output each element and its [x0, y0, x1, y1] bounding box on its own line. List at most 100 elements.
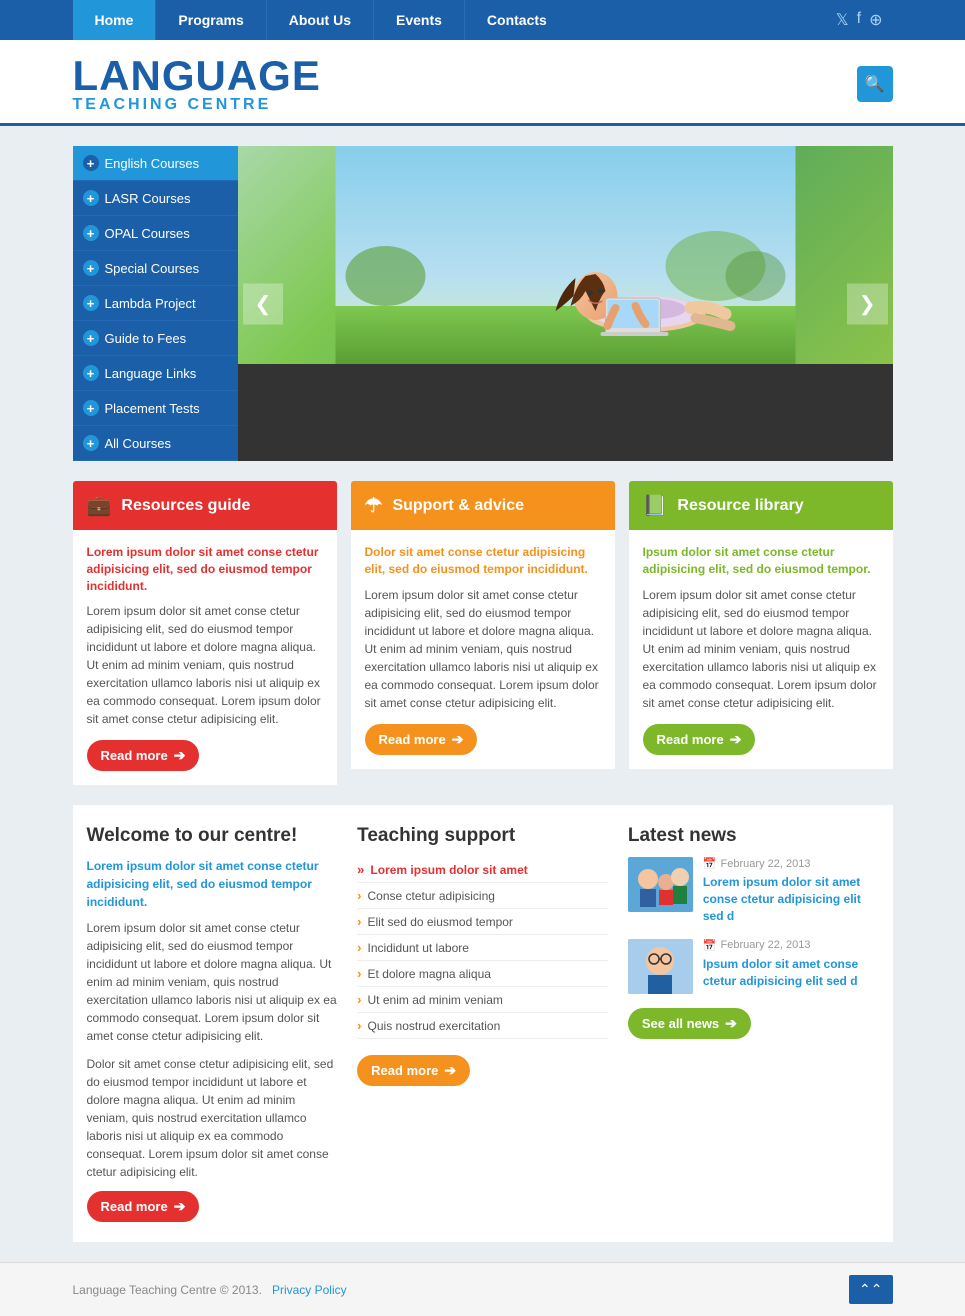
support-advice-body: Lorem ipsum dolor sit amet conse ctetur … [365, 586, 601, 712]
sidebar-item-placement-tests[interactable]: + Placement Tests [73, 391, 238, 426]
arrow-icon: ➔ [725, 1015, 737, 1032]
scroll-top-button[interactable]: ⌃⌃ [849, 1275, 892, 1304]
search-icon: 🔍 [865, 74, 885, 94]
sidebar-item-special-courses[interactable]: + Special Courses [73, 251, 238, 286]
nav-contacts[interactable]: Contacts [465, 0, 569, 40]
calendar-icon: 📅 [703, 857, 717, 870]
hero-slider: ❮ ❯ [238, 146, 893, 461]
teaching-title: Teaching support [357, 825, 608, 847]
welcome-read-more[interactable]: Read more ➔ [87, 1191, 200, 1222]
resources-guide-read-more[interactable]: Read more ➔ [87, 740, 200, 771]
book-icon: 📗 [643, 493, 668, 518]
search-button[interactable]: 🔍 [857, 66, 893, 102]
chevron-icon: › [357, 966, 361, 981]
news-thumbnail [628, 857, 693, 912]
see-all-news-button[interactable]: See all news ➔ [628, 1008, 751, 1039]
sidebar-item-opal-courses[interactable]: + OPAL Courses [73, 216, 238, 251]
briefcase-icon: 💼 [87, 493, 112, 518]
double-chevron-icon: » [357, 862, 364, 877]
chevron-icon: › [357, 888, 361, 903]
sidebar-item-guide-fees[interactable]: + Guide to Fees [73, 321, 238, 356]
chevron-icon: › [357, 1018, 361, 1033]
arrow-icon: ➔ [730, 731, 742, 748]
support-advice-highlight: Dolor sit amet conse ctetur adipisicing … [365, 544, 601, 578]
plus-icon: + [83, 435, 99, 451]
chevron-icon: › [357, 992, 361, 1007]
logo-main: LANGUAGE [73, 55, 321, 97]
resources-guide-body: Lorem ipsum dolor sit amet conse ctetur … [87, 602, 323, 728]
welcome-title: Welcome to our centre! [87, 825, 338, 847]
plus-icon: + [83, 295, 99, 311]
support-advice-title: Support & advice [392, 497, 524, 515]
main-nav: Home Programs About Us Events Contacts [73, 0, 569, 40]
teaching-list: » Lorem ipsum dolor sit amet › Conse cte… [357, 857, 608, 1039]
news-link[interactable]: Ipsum dolor sit amet conse ctetur adipis… [703, 956, 879, 990]
plus-icon: + [83, 155, 99, 171]
nav-programs[interactable]: Programs [156, 0, 265, 40]
list-item[interactable]: › Elit sed do eiusmod tempor [357, 909, 608, 935]
sidebar-item-all-courses[interactable]: + All Courses [73, 426, 238, 461]
sidebar: + English Courses + LASR Courses + OPAL … [73, 146, 238, 461]
news-item: 📅 February 22, 2013 Lorem ipsum dolor si… [628, 857, 879, 924]
footer-copy: Language Teaching Centre © 2013. Privacy… [73, 1283, 347, 1297]
resources-guide-highlight: Lorem ipsum dolor sit amet conse ctetur … [87, 544, 323, 594]
welcome-body2: Dolor sit amet conse ctetur adipisicing … [87, 1055, 338, 1181]
chevron-icon: › [357, 940, 361, 955]
sidebar-item-lambda-project[interactable]: + Lambda Project [73, 286, 238, 321]
resources-guide-title: Resources guide [121, 497, 250, 515]
welcome-highlight: Lorem ipsum dolor sit amet conse ctetur … [87, 857, 338, 911]
plus-icon: + [83, 365, 99, 381]
sidebar-item-lasr-courses[interactable]: + LASR Courses [73, 181, 238, 216]
support-advice-read-more[interactable]: Read more ➔ [365, 724, 478, 755]
news-content: 📅 February 22, 2013 Lorem ipsum dolor si… [703, 857, 879, 924]
resource-library-read-more[interactable]: Read more ➔ [643, 724, 756, 755]
arrow-icon: ➔ [444, 1062, 456, 1079]
umbrella-icon: ☂ [365, 493, 383, 518]
news-thumbnail [628, 939, 693, 994]
facebook-icon[interactable]: f [857, 10, 861, 30]
arrow-icon: ➔ [174, 1198, 186, 1215]
nav-home[interactable]: Home [73, 0, 156, 40]
resource-library-body: Lorem ipsum dolor sit amet conse ctetur … [643, 586, 879, 712]
plus-icon: + [83, 400, 99, 416]
welcome-section: Welcome to our centre! Lorem ipsum dolor… [87, 825, 338, 1222]
plus-icon: + [83, 190, 99, 206]
nav-about[interactable]: About Us [267, 0, 373, 40]
teaching-support-section: Teaching support » Lorem ipsum dolor sit… [357, 825, 608, 1222]
news-link[interactable]: Lorem ipsum dolor sit amet conse ctetur … [703, 874, 879, 924]
sidebar-item-english-courses[interactable]: + English Courses [73, 146, 238, 181]
chevron-up-icon: ⌃⌃ [859, 1281, 882, 1297]
list-item[interactable]: › Incididunt ut labore [357, 935, 608, 961]
plus-icon: + [83, 330, 99, 346]
site-logo: LANGUAGE TEACHING CENTRE [73, 55, 321, 113]
resource-library-title: Resource library [677, 497, 803, 515]
welcome-body1: Lorem ipsum dolor sit amet conse ctetur … [87, 919, 338, 1045]
slider-prev-button[interactable]: ❮ [243, 283, 284, 324]
news-title: Latest news [628, 825, 879, 847]
slider-next-button[interactable]: ❯ [847, 283, 888, 324]
list-item[interactable]: › Conse ctetur adipisicing [357, 883, 608, 909]
arrow-icon: ➔ [174, 747, 186, 764]
list-item[interactable]: » Lorem ipsum dolor sit amet [357, 857, 608, 883]
nav-events[interactable]: Events [374, 0, 464, 40]
news-item: 📅 February 22, 2013 Ipsum dolor sit amet… [628, 939, 879, 994]
teaching-read-more[interactable]: Read more ➔ [357, 1055, 470, 1086]
chevron-icon: › [357, 914, 361, 929]
twitter-icon[interactable]: 𝕏 [836, 10, 849, 30]
rss-icon[interactable]: ⊕ [869, 10, 882, 30]
list-item[interactable]: › Ut enim ad minim veniam [357, 987, 608, 1013]
list-item[interactable]: › Et dolore magna aliqua [357, 961, 608, 987]
resource-library-highlight: Ipsum dolor sit amet conse ctetur adipis… [643, 544, 879, 578]
resources-guide-box: 💼 Resources guide Lorem ipsum dolor sit … [73, 481, 337, 785]
sidebar-item-language-links[interactable]: + Language Links [73, 356, 238, 391]
plus-icon: + [83, 260, 99, 276]
logo-sub: TEACHING CENTRE [73, 97, 321, 113]
plus-icon: + [83, 225, 99, 241]
arrow-icon: ➔ [452, 731, 464, 748]
news-content: 📅 February 22, 2013 Ipsum dolor sit amet… [703, 939, 879, 994]
list-item[interactable]: › Quis nostrud exercitation [357, 1013, 608, 1039]
support-advice-box: ☂ Support & advice Dolor sit amet conse … [351, 481, 615, 785]
resource-library-box: 📗 Resource library Ipsum dolor sit amet … [629, 481, 893, 785]
latest-news-section: Latest news [628, 825, 879, 1222]
privacy-policy-link[interactable]: Privacy Policy [272, 1283, 347, 1297]
